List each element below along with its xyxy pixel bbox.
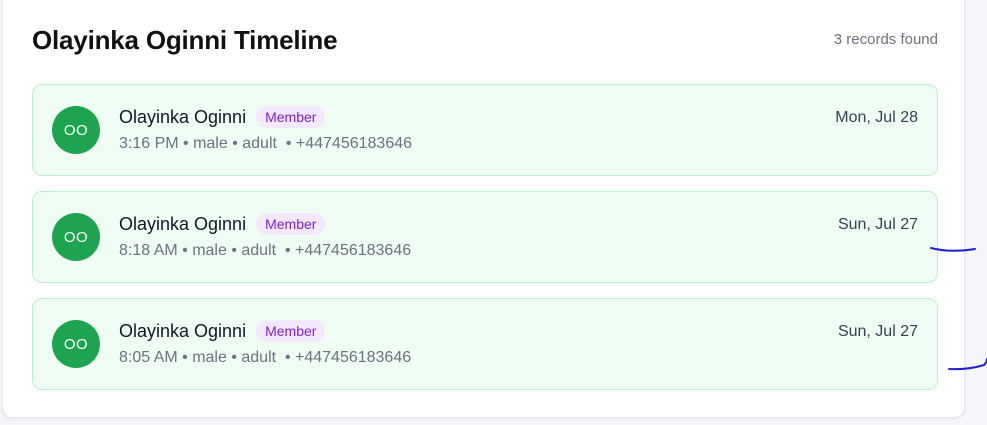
timeline-panel: Olayinka Oginni Timeline 3 records found… <box>2 0 965 418</box>
record-date: Sun, Jul 27 <box>837 216 918 233</box>
role-badge: Member <box>256 106 326 128</box>
record-meta: 3:16 PM • male • adult • +447456183646 <box>119 135 413 152</box>
record-count: 3 records found <box>833 31 938 48</box>
avatar: OO <box>52 320 100 368</box>
record-list: OO Olayinka Oginni Member 3:16 PM • male… <box>32 84 938 405</box>
record-name-row: Olayinka Oginni Member <box>119 106 326 128</box>
record-meta: 8:18 AM • male • adult • +447456183646 <box>119 242 412 259</box>
record-date: Sun, Jul 27 <box>837 323 918 340</box>
record-name: Olayinka Oginni <box>119 213 247 234</box>
record-name: Olayinka Oginni <box>119 320 247 341</box>
record-meta: 8:05 AM • male • adult • +447456183646 <box>119 349 412 366</box>
avatar: OO <box>52 213 100 261</box>
timeline-record[interactable]: OO Olayinka Oginni Member 3:16 PM • male… <box>32 84 938 176</box>
avatar: OO <box>52 106 100 154</box>
role-badge: Member <box>256 213 326 235</box>
record-date: Mon, Jul 28 <box>835 109 918 126</box>
record-name-row: Olayinka Oginni Member <box>119 213 326 235</box>
role-badge: Member <box>256 320 326 342</box>
record-name: Olayinka Oginni <box>119 106 247 127</box>
timeline-record[interactable]: OO Olayinka Oginni Member 8:05 AM • male… <box>32 298 938 390</box>
page-title: Olayinka Oginni Timeline <box>32 25 338 55</box>
timeline-record[interactable]: OO Olayinka Oginni Member 8:18 AM • male… <box>32 191 938 283</box>
record-name-row: Olayinka Oginni Member <box>119 320 326 342</box>
page: Olayinka Oginni Timeline 3 records found… <box>0 0 987 425</box>
